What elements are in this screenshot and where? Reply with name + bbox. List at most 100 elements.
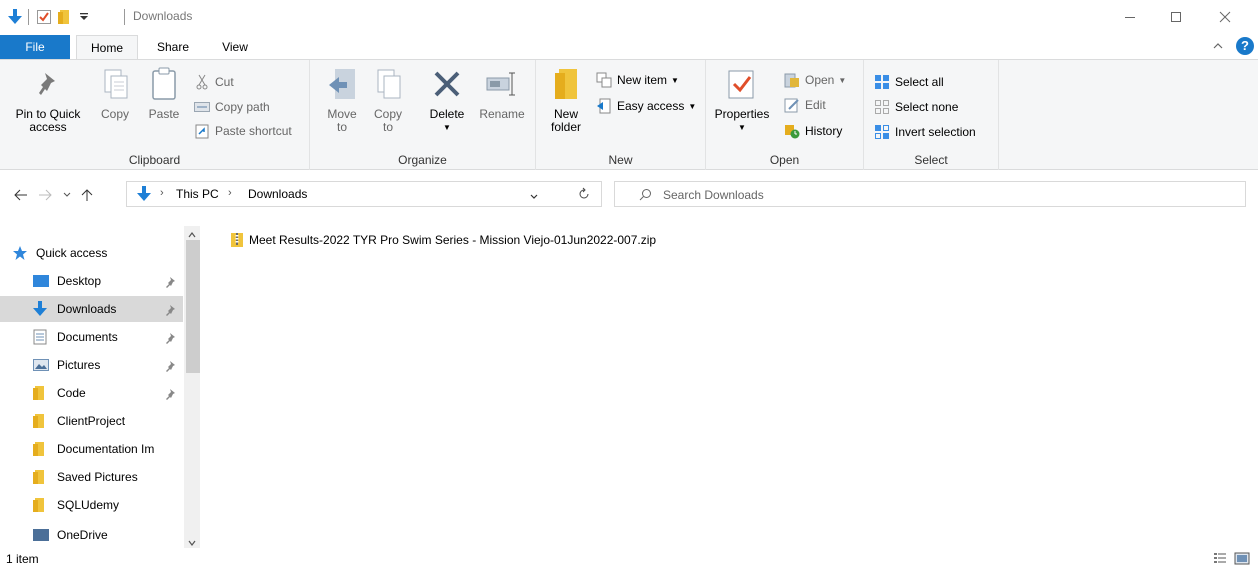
breadcrumb-this-pc[interactable]: This PC [176,187,219,201]
pin-icon [32,66,64,102]
nav-pane-scroll-thumb[interactable] [186,240,200,373]
nav-item-label: Desktop [57,274,102,288]
nav-item-label: Downloads [57,302,117,316]
scroll-down-arrow-icon[interactable] [187,536,197,550]
copy-to-button[interactable]: Copy to [368,66,408,134]
navigation-pane: Quick access Desktop Downloads Documents… [0,218,201,548]
cut-label: Cut [215,75,234,89]
clipboard-group: Pin to Quick access Copy Paste Cut Copy … [0,60,310,170]
edit-icon [784,97,800,113]
forward-arrow-icon[interactable] [36,186,54,204]
qa-down-arrow-icon[interactable] [8,8,22,26]
history-button[interactable]: History [784,121,842,141]
details-view-icon[interactable] [1213,552,1227,569]
move-to-button[interactable]: Move to [322,66,362,134]
pin-to-quick-access-button[interactable]: Pin to Quick access [8,66,88,134]
document-icon [33,329,49,345]
pin-icon[interactable] [165,303,177,317]
properties-checkbox-icon[interactable] [37,8,51,26]
nav-item-saved-pictures[interactable]: Saved Pictures [33,464,183,490]
pin-icon[interactable] [165,387,177,401]
easy-access-button[interactable]: Easy access ▼ [596,96,696,116]
address-bar[interactable]: › This PC › Downloads [126,181,602,207]
nav-item-pictures[interactable]: Pictures [33,352,183,378]
qa-customize-icon[interactable] [79,8,89,26]
copy-button[interactable]: Copy [94,66,136,121]
file-name: Meet Results-2022 TYR Pro Swim Series - … [249,233,657,247]
nav-item-label: SQLUdemy [57,498,120,512]
select-all-button[interactable]: Select all [874,72,944,92]
copy-path-button[interactable]: Copy path [194,97,270,117]
rename-button[interactable]: Rename [476,66,528,121]
nav-item-downloads[interactable]: Downloads [33,296,183,322]
breadcrumb-downloads[interactable]: Downloads [248,187,307,201]
item-count: 1 item [6,552,39,566]
new-group-label: New [608,153,633,167]
star-icon [12,246,28,260]
organize-group: Move to Copy to Delete ▼ Rename Organize [310,60,536,170]
pin-label-line2: access [29,120,67,134]
pin-icon[interactable] [165,331,177,345]
clipboard-group-label: Clipboard [128,153,181,167]
nav-item-documents[interactable]: Documents [33,324,183,350]
search-placeholder: Search Downloads [663,188,764,202]
recent-locations-chevron-icon[interactable] [58,186,76,204]
help-icon[interactable]: ? [1236,37,1254,55]
tab-share[interactable]: Share [145,35,201,59]
refresh-icon[interactable] [577,187,591,204]
paste-button[interactable]: Paste [142,66,186,121]
minimize-button[interactable] [1107,0,1153,33]
file-item[interactable]: Meet Results-2022 TYR Pro Swim Series - … [230,230,656,250]
up-arrow-icon[interactable] [78,186,96,204]
new-item-button[interactable]: New item ▼ [596,70,679,90]
delete-button[interactable]: Delete ▼ [424,66,470,134]
close-button[interactable] [1202,0,1248,33]
nav-item-label: ClientProject [57,414,126,428]
nav-item-code[interactable]: Code [33,380,183,406]
select-all-label: Select all [895,75,944,89]
nav-quick-access[interactable]: Quick access [12,240,182,266]
nav-item-onedrive[interactable]: OneDrive [33,528,183,542]
tab-home[interactable]: Home [76,35,138,60]
title-separator [124,9,125,25]
select-group: Select all Select none Invert selection … [864,60,999,170]
back-arrow-icon[interactable] [12,186,30,204]
maximize-button[interactable] [1153,0,1199,33]
file-explorer-window: Downloads File Home Share View ? Pin to … [0,0,1258,569]
properties-button[interactable]: Properties ▼ [712,66,772,134]
nav-item-clientproject[interactable]: ClientProject [33,408,183,434]
status-bar: 1 item [0,549,1258,569]
tab-file[interactable]: File [0,35,70,59]
nav-item-label: Code [57,386,86,400]
cut-button[interactable]: Cut [194,72,234,92]
downloads-location-icon [137,186,151,205]
nav-item-documentation[interactable]: Documentation Im [33,436,183,462]
tab-view[interactable]: View [208,35,262,59]
invert-selection-icon [874,124,890,140]
open-label: Open [805,73,835,87]
move-to-icon [326,66,358,102]
title-bar: Downloads [0,0,1258,33]
rename-icon [486,66,518,102]
paste-shortcut-button[interactable]: Paste shortcut [194,121,292,141]
large-icons-view-icon[interactable] [1234,552,1250,569]
invert-selection-button[interactable]: Invert selection [874,122,976,142]
address-history-chevron-icon[interactable] [529,190,539,204]
nav-item-desktop[interactable]: Desktop [33,268,183,294]
edit-button[interactable]: Edit [784,95,826,115]
pin-icon[interactable] [165,275,177,289]
nav-item-sqludemy[interactable]: SQLUdemy [33,492,183,518]
search-box[interactable]: Search Downloads [614,181,1246,207]
new-folder-icon[interactable] [58,8,70,26]
pin-icon[interactable] [165,359,177,373]
select-none-button[interactable]: Select none [874,97,958,117]
ribbon-collapse-icon[interactable] [1212,40,1224,54]
clipboard-icon [148,66,180,102]
open-button[interactable]: Open ▼ [784,70,846,90]
easy-access-label: Easy access [617,99,685,113]
breadcrumb-chevron-icon: › [160,187,164,199]
search-icon [639,188,652,204]
minimize-icon [1125,16,1135,18]
history-label: History [805,124,843,138]
new-folder-button[interactable]: New folder [544,66,588,134]
